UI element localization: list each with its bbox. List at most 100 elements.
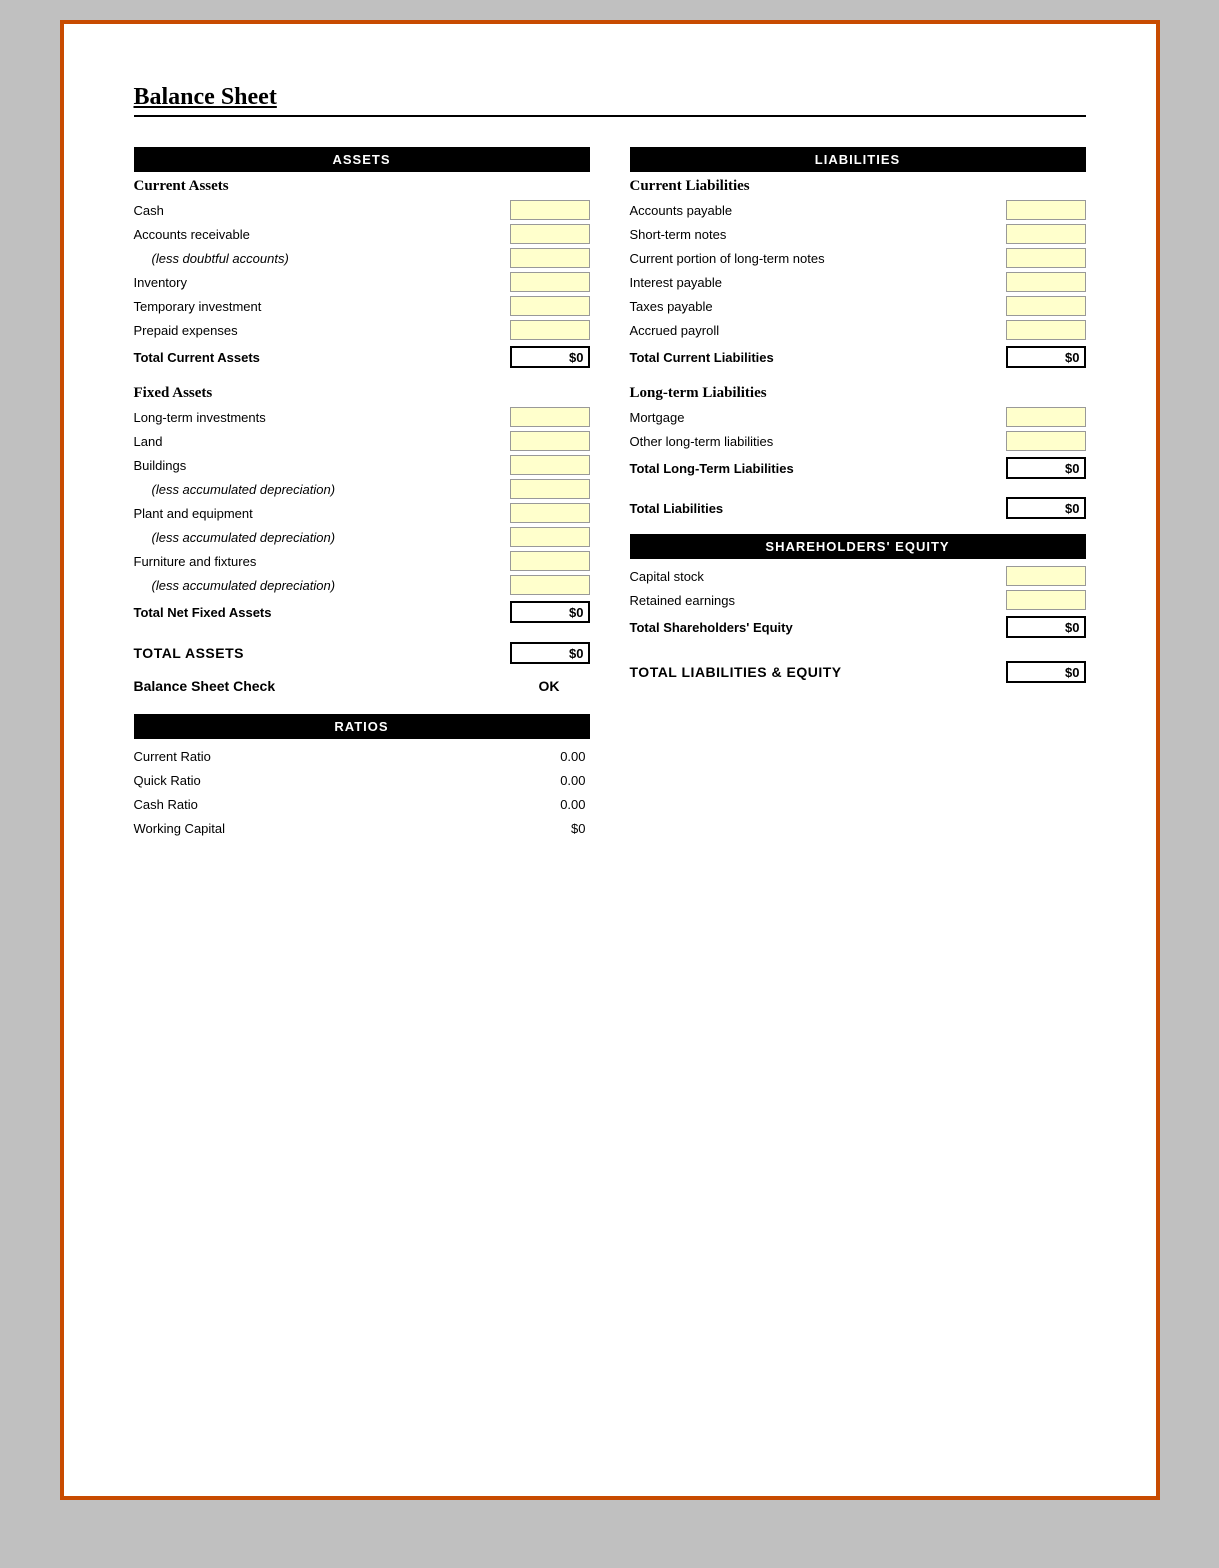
item-label: Land bbox=[134, 434, 510, 449]
prepaid-expenses-input[interactable] bbox=[510, 320, 590, 340]
land-input[interactable] bbox=[510, 431, 590, 451]
item-label: Temporary investment bbox=[134, 299, 510, 314]
list-item: Other long-term liabilities bbox=[630, 430, 1086, 452]
buildings-input[interactable] bbox=[510, 455, 590, 475]
list-item: Accounts receivable bbox=[134, 223, 590, 245]
total-current-assets-label: Total Current Assets bbox=[134, 350, 510, 365]
total-shareholders-equity-value: $0 bbox=[1006, 616, 1086, 638]
short-term-notes-input[interactable] bbox=[1006, 224, 1086, 244]
item-label: Taxes payable bbox=[630, 299, 1006, 314]
longterm-investments-input[interactable] bbox=[510, 407, 590, 427]
ratios-header: RATIOS bbox=[134, 714, 590, 739]
total-liabilities-equity-row: TOTAL LIABILITIES & EQUITY $0 bbox=[630, 659, 1086, 685]
ratio-label: Cash Ratio bbox=[134, 797, 198, 812]
inventory-input[interactable] bbox=[510, 272, 590, 292]
list-item: Taxes payable bbox=[630, 295, 1086, 317]
ratio-value: 0.00 bbox=[510, 749, 590, 764]
list-item: Current portion of long-term notes bbox=[630, 247, 1086, 269]
list-item: Accrued payroll bbox=[630, 319, 1086, 341]
page-title: Balance Sheet bbox=[134, 84, 1086, 111]
list-item: Buildings bbox=[134, 454, 590, 476]
item-label: Cash bbox=[134, 203, 510, 218]
accrued-payroll-input[interactable] bbox=[1006, 320, 1086, 340]
list-item: (less doubtful accounts) bbox=[134, 247, 590, 269]
total-current-liabilities-row: Total Current Liabilities $0 bbox=[630, 345, 1086, 369]
plant-depreciation-input[interactable] bbox=[510, 527, 590, 547]
liabilities-header: LIABILITIES bbox=[630, 147, 1086, 172]
furniture-fixtures-input[interactable] bbox=[510, 551, 590, 571]
list-item: (less accumulated depreciation) bbox=[134, 526, 590, 548]
liabilities-column: LIABILITIES Current Liabilities Accounts… bbox=[630, 147, 1086, 841]
total-shareholders-equity-row: Total Shareholders' Equity $0 bbox=[630, 615, 1086, 639]
fixed-assets-title: Fixed Assets bbox=[134, 385, 590, 402]
cash-input[interactable] bbox=[510, 200, 590, 220]
temporary-investment-input[interactable] bbox=[510, 296, 590, 316]
current-longterm-notes-input[interactable] bbox=[1006, 248, 1086, 268]
ratios-section: RATIOS Current Ratio 0.00 Quick Ratio 0.… bbox=[134, 714, 590, 839]
list-item: Capital stock bbox=[630, 565, 1086, 587]
capital-stock-input[interactable] bbox=[1006, 566, 1086, 586]
item-label: (less doubtful accounts) bbox=[134, 251, 510, 266]
list-item: Inventory bbox=[134, 271, 590, 293]
longterm-liabilities-title: Long-term Liabilities bbox=[630, 385, 1086, 402]
total-longterm-liabilities-value: $0 bbox=[1006, 457, 1086, 479]
total-current-assets-value: $0 bbox=[510, 346, 590, 368]
item-label: Accounts receivable bbox=[134, 227, 510, 242]
item-label: Current portion of long-term notes bbox=[630, 251, 1006, 266]
total-current-liabilities-value: $0 bbox=[1006, 346, 1086, 368]
main-content: ASSETS Current Assets Cash Accounts rece… bbox=[134, 147, 1086, 841]
total-assets-row: TOTAL ASSETS $0 bbox=[134, 640, 590, 666]
ratio-value: 0.00 bbox=[510, 773, 590, 788]
ratio-item: Cash Ratio 0.00 bbox=[134, 793, 590, 815]
ratio-item: Working Capital $0 bbox=[134, 817, 590, 839]
furniture-depreciation-input[interactable] bbox=[510, 575, 590, 595]
retained-earnings-input[interactable] bbox=[1006, 590, 1086, 610]
total-liabilities-value: $0 bbox=[1006, 497, 1086, 519]
item-label: Accrued payroll bbox=[630, 323, 1006, 338]
total-fixed-assets-row: Total Net Fixed Assets $0 bbox=[134, 600, 590, 624]
interest-payable-input[interactable] bbox=[1006, 272, 1086, 292]
item-label: Mortgage bbox=[630, 410, 1006, 425]
list-item: (less accumulated depreciation) bbox=[134, 574, 590, 596]
item-label: Short-term notes bbox=[630, 227, 1006, 242]
item-label: Furniture and fixtures bbox=[134, 554, 510, 569]
list-item: Land bbox=[134, 430, 590, 452]
ratio-item: Quick Ratio 0.00 bbox=[134, 769, 590, 791]
balance-check-value: OK bbox=[539, 678, 560, 694]
balance-check-label: Balance Sheet Check bbox=[134, 678, 276, 694]
list-item: Interest payable bbox=[630, 271, 1086, 293]
ratio-value: $0 bbox=[510, 821, 590, 836]
item-label: (less accumulated depreciation) bbox=[134, 578, 510, 593]
current-assets-title: Current Assets bbox=[134, 178, 590, 195]
ratio-label: Quick Ratio bbox=[134, 773, 201, 788]
ratio-item: Current Ratio 0.00 bbox=[134, 745, 590, 767]
assets-column: ASSETS Current Assets Cash Accounts rece… bbox=[134, 147, 590, 841]
item-label: Buildings bbox=[134, 458, 510, 473]
balance-sheet-check-row: Balance Sheet Check OK bbox=[134, 678, 590, 694]
other-longterm-input[interactable] bbox=[1006, 431, 1086, 451]
total-liabilities-equity-value: $0 bbox=[1006, 661, 1086, 683]
item-label: (less accumulated depreciation) bbox=[134, 482, 510, 497]
accounts-payable-input[interactable] bbox=[1006, 200, 1086, 220]
taxes-payable-input[interactable] bbox=[1006, 296, 1086, 316]
item-label: Retained earnings bbox=[630, 593, 1006, 608]
total-fixed-assets-label: Total Net Fixed Assets bbox=[134, 605, 510, 620]
list-item: Retained earnings bbox=[630, 589, 1086, 611]
ratio-label: Current Ratio bbox=[134, 749, 211, 764]
list-item: Plant and equipment bbox=[134, 502, 590, 524]
item-label: Capital stock bbox=[630, 569, 1006, 584]
mortgage-input[interactable] bbox=[1006, 407, 1086, 427]
total-liabilities-row: Total Liabilities $0 bbox=[630, 496, 1086, 520]
accounts-receivable-input[interactable] bbox=[510, 224, 590, 244]
page-container: Balance Sheet ASSETS Current Assets Cash… bbox=[60, 20, 1160, 1500]
ratio-label: Working Capital bbox=[134, 821, 226, 836]
list-item: Accounts payable bbox=[630, 199, 1086, 221]
plant-equipment-input[interactable] bbox=[510, 503, 590, 523]
list-item: Temporary investment bbox=[134, 295, 590, 317]
total-longterm-liabilities-label: Total Long-Term Liabilities bbox=[630, 461, 1006, 476]
doubtful-accounts-input[interactable] bbox=[510, 248, 590, 268]
current-liabilities-title: Current Liabilities bbox=[630, 178, 1086, 195]
item-label: Other long-term liabilities bbox=[630, 434, 1006, 449]
total-longterm-liabilities-row: Total Long-Term Liabilities $0 bbox=[630, 456, 1086, 480]
buildings-depreciation-input[interactable] bbox=[510, 479, 590, 499]
